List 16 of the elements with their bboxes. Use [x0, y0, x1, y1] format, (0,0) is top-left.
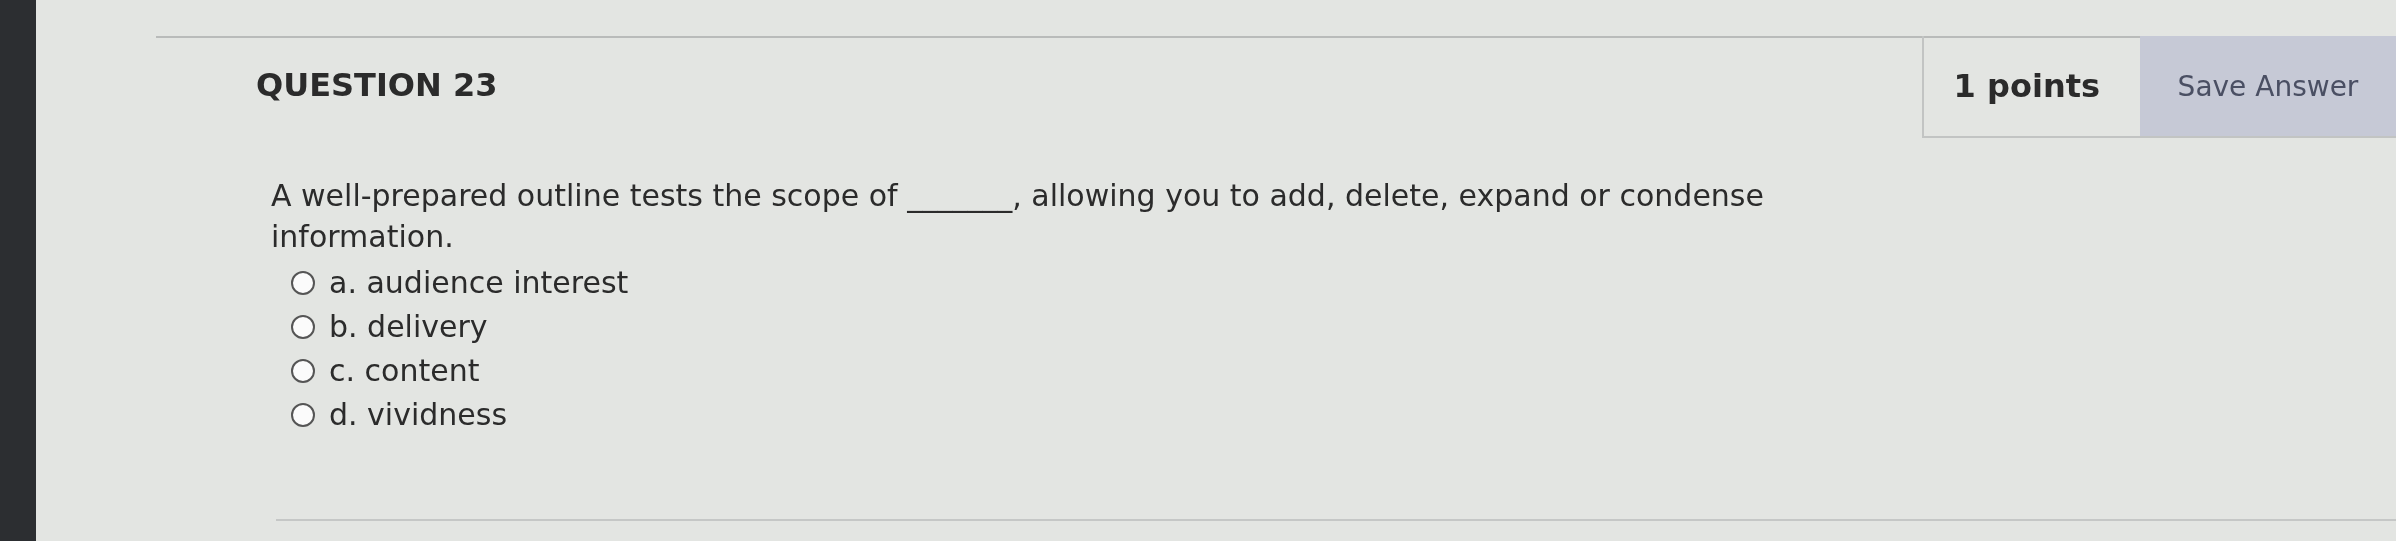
radio-button[interactable] [291, 402, 315, 427]
question-text: A well-prepared outline tests the scope of _______, allowing you to add, delete, expand or condense information. [271, 177, 1765, 256]
option-label: c. content [329, 353, 480, 388]
answer-option[interactable]: a. audience interest [291, 265, 2396, 300]
points-label: 1 points [1953, 67, 2100, 105]
radio-button[interactable] [291, 314, 315, 339]
answer-option[interactable]: b. delivery [291, 309, 2396, 344]
option-label: d. vividness [329, 397, 508, 432]
option-label: a. audience interest [329, 265, 629, 300]
option-label: b. delivery [329, 309, 488, 344]
radio-button[interactable] [291, 270, 315, 295]
answer-option[interactable]: d. vividness [291, 397, 2396, 432]
save-answer-button[interactable]: Save Answer [2140, 36, 2396, 136]
question-title: QUESTION 23 [255, 65, 499, 106]
radio-button[interactable] [291, 358, 315, 383]
answer-option[interactable]: c. content [291, 353, 2396, 388]
